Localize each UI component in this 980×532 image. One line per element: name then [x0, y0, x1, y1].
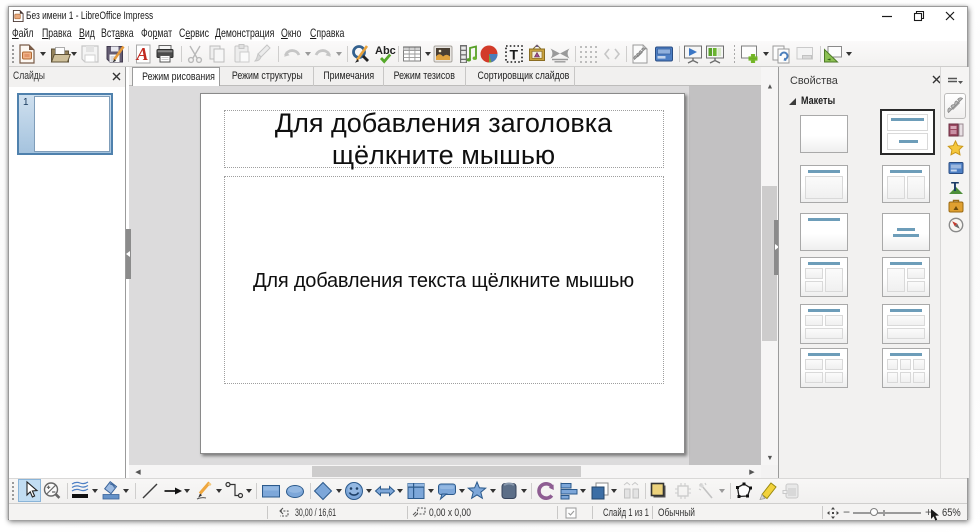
svg-text:Abc: Abc — [375, 45, 396, 57]
svg-text:T: T — [951, 179, 959, 194]
svg-text:A: A — [135, 44, 148, 64]
svg-text:T: T — [510, 47, 519, 63]
